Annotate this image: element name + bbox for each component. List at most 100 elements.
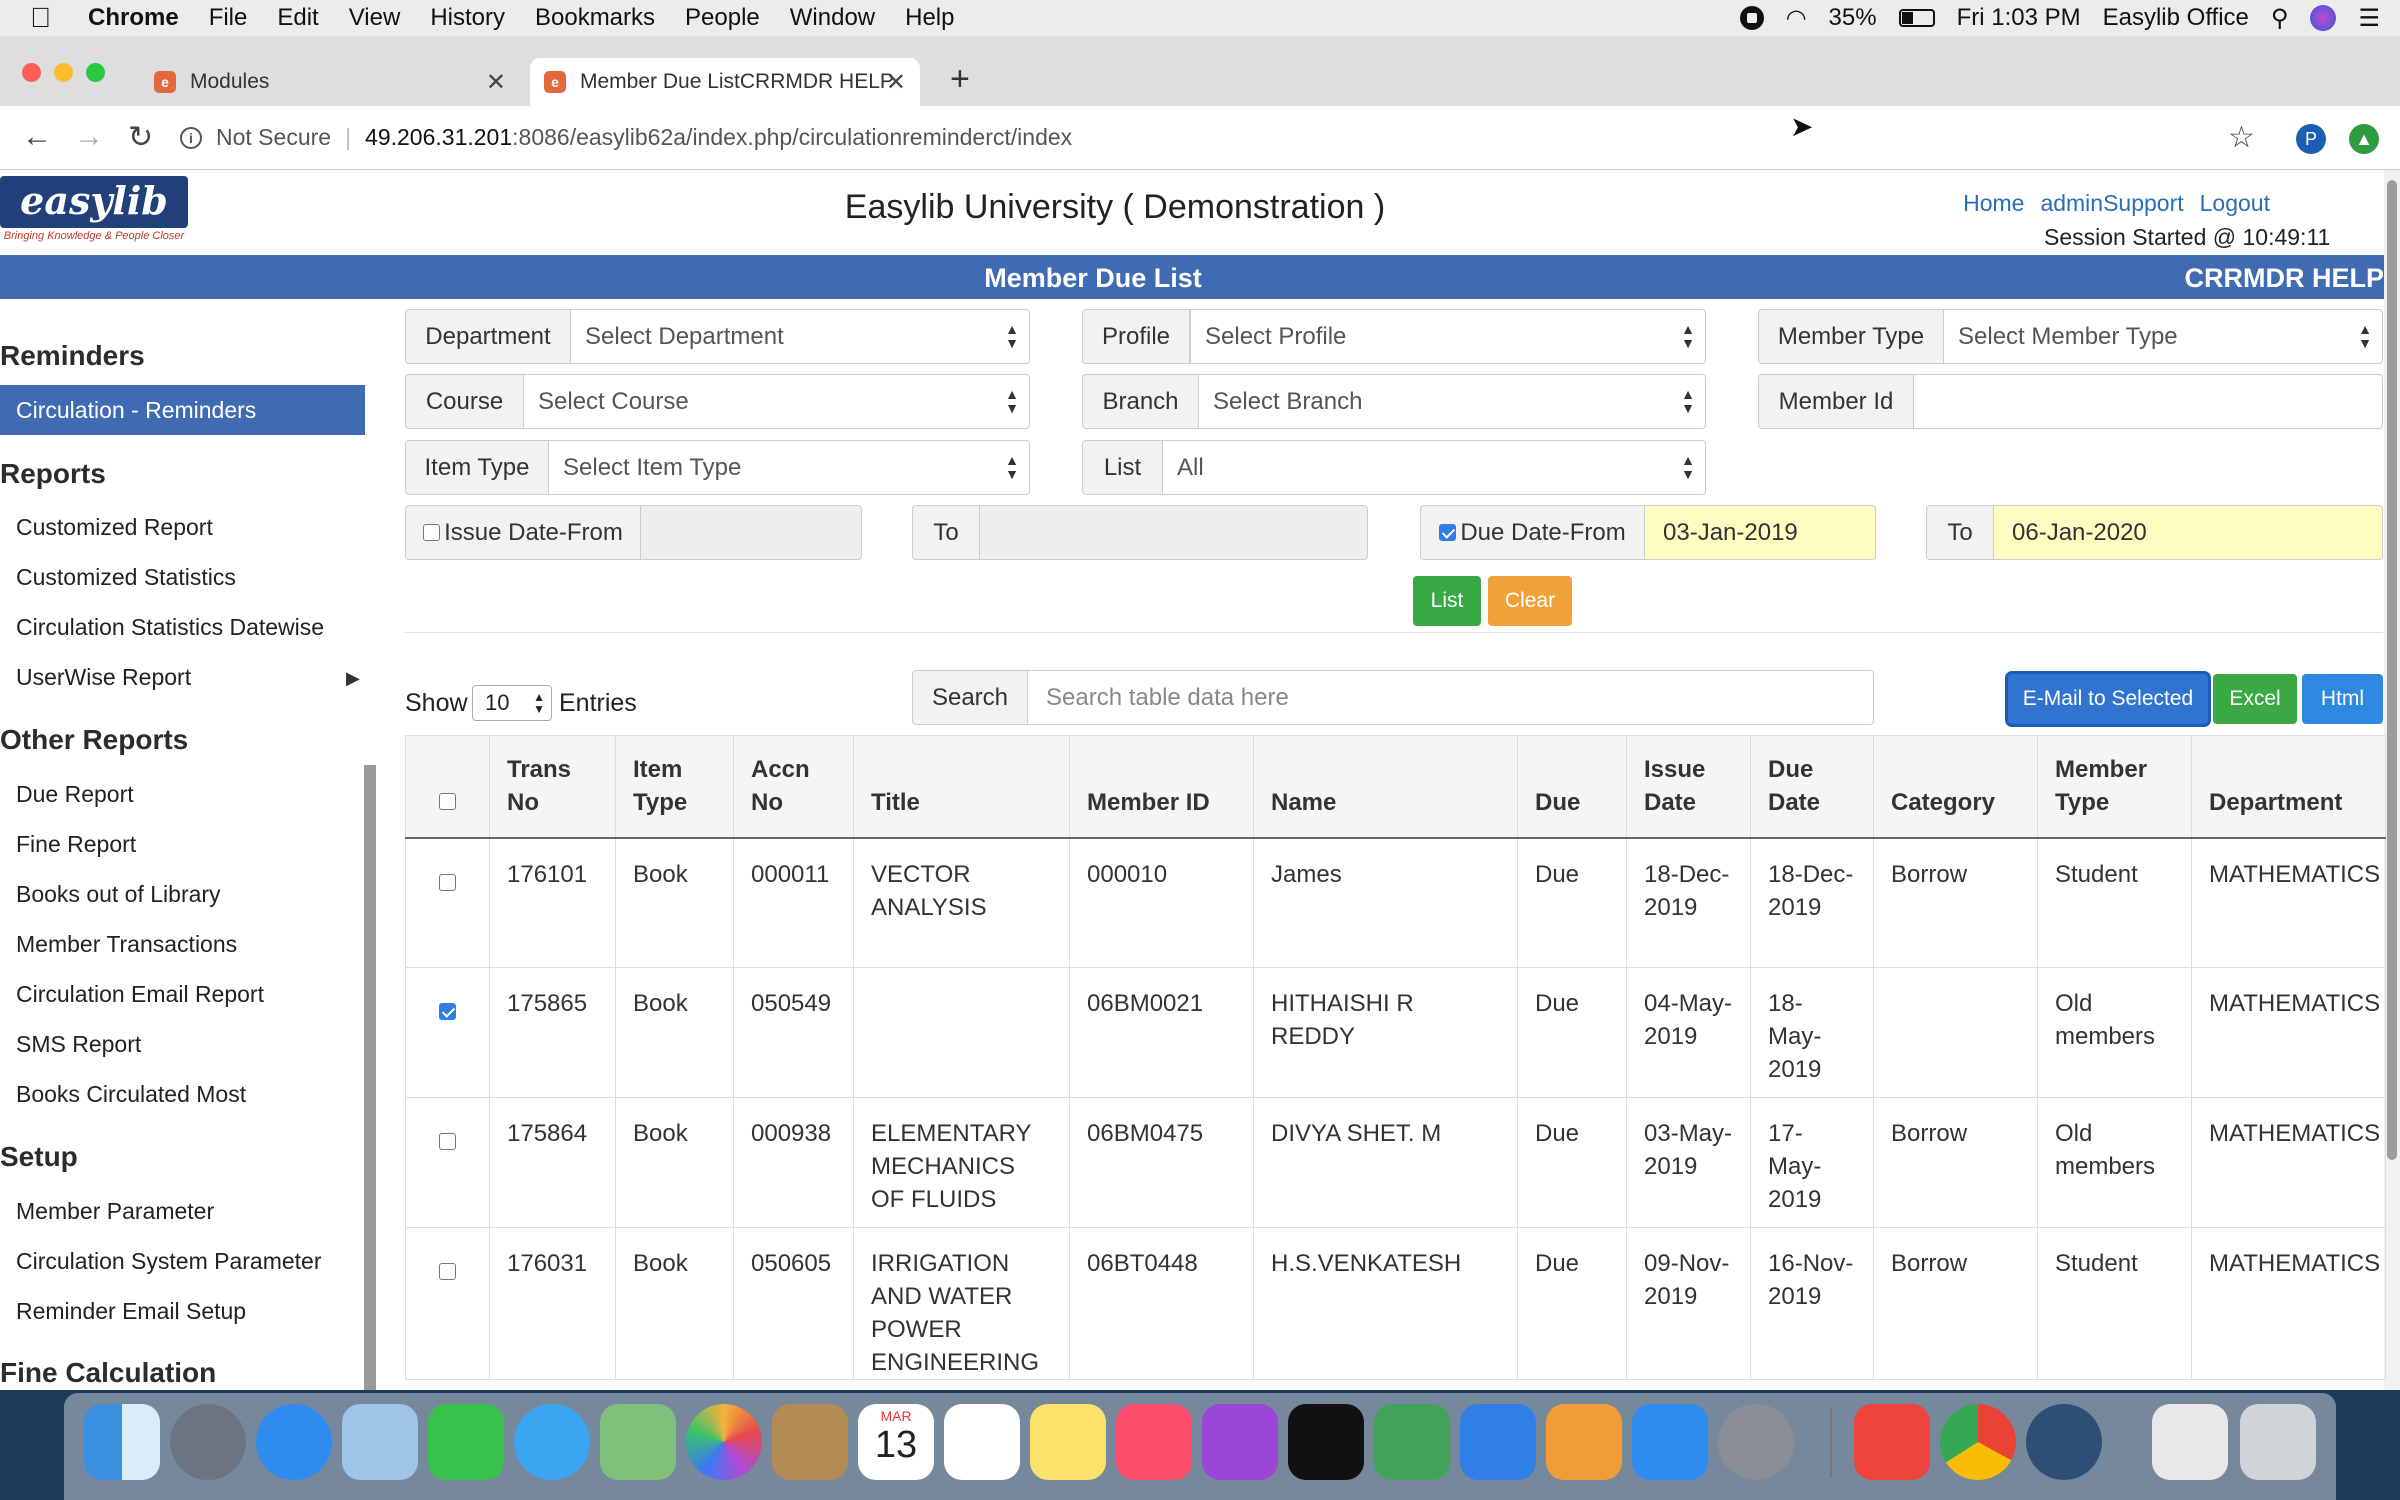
- menu-bookmarks[interactable]: Bookmarks: [535, 4, 655, 32]
- col-header-category[interactable]: Category: [1873, 735, 2038, 838]
- html-button[interactable]: Html: [2302, 674, 2383, 724]
- logout-link[interactable]: Logout: [2200, 190, 2270, 217]
- system-preferences-icon[interactable]: [1718, 1404, 1794, 1480]
- entries-select[interactable]: 10 ▲ ▼: [472, 685, 552, 721]
- menu-app-name[interactable]: Chrome: [88, 4, 179, 32]
- sidebar-item-sms-report[interactable]: SMS Report: [16, 1031, 141, 1058]
- sidebar-item-reminder-email-setup[interactable]: Reminder Email Setup: [16, 1298, 246, 1325]
- col-header-due[interactable]: Due: [1517, 735, 1627, 838]
- due-date-from-input[interactable]: 03-Jan-2019: [1644, 505, 1876, 560]
- tab-close-icon[interactable]: ✕: [486, 68, 506, 97]
- sidebar-item-circulation-email-report[interactable]: Circulation Email Report: [16, 981, 264, 1008]
- anydesk-icon[interactable]: [1854, 1404, 1930, 1480]
- member-type-select[interactable]: Select Member Type ▲ ▼: [1943, 309, 2383, 364]
- keynote-icon[interactable]: [1460, 1404, 1536, 1480]
- course-select[interactable]: Select Course ▲ ▼: [523, 374, 1030, 429]
- due-date-checkbox[interactable]: [1439, 524, 1457, 541]
- menu-edit[interactable]: Edit: [277, 4, 318, 32]
- issue-date-from-input[interactable]: [640, 505, 862, 560]
- notification-center-icon[interactable]: ☰: [2358, 4, 2380, 33]
- tv-icon[interactable]: [1288, 1404, 1364, 1480]
- scrollbar-thumb[interactable]: [2387, 180, 2397, 1160]
- row-checkbox[interactable]: [439, 1133, 456, 1151]
- notes-icon[interactable]: [1030, 1404, 1106, 1480]
- sidebar-item-books-circulated-most[interactable]: Books Circulated Most: [16, 1081, 246, 1108]
- due-to-input[interactable]: 06-Jan-2020: [1993, 505, 2383, 560]
- sidebar-item-due-report[interactable]: Due Report: [16, 781, 134, 808]
- messages-icon[interactable]: [514, 1404, 590, 1480]
- col-header-member-type[interactable]: Member Type: [2037, 735, 2192, 838]
- back-icon[interactable]: ←: [22, 120, 52, 154]
- col-header-trans-no[interactable]: Trans No: [489, 735, 616, 838]
- profile-avatar[interactable]: P: [2296, 124, 2326, 154]
- window-minimize-icon[interactable]: [54, 63, 73, 82]
- launchpad-icon[interactable]: [170, 1404, 246, 1480]
- finder-icon[interactable]: [84, 1404, 160, 1480]
- contacts-icon[interactable]: [772, 1404, 848, 1480]
- sidebar-item-circulation-statistics-datewise[interactable]: Circulation Statistics Datewise: [16, 614, 324, 641]
- siri-icon[interactable]: [2310, 5, 2337, 31]
- sidebar-item-member-transactions[interactable]: Member Transactions: [16, 931, 237, 958]
- col-header-member-id[interactable]: Member ID: [1069, 735, 1254, 838]
- window-close-icon[interactable]: [22, 63, 41, 82]
- numbers-icon[interactable]: [1374, 1404, 1450, 1480]
- mail-icon[interactable]: [342, 1404, 418, 1480]
- col-header-accn-no[interactable]: Accn No: [733, 735, 854, 838]
- apple-icon[interactable]: : [30, 2, 62, 34]
- extension-icon[interactable]: ▲: [2349, 124, 2379, 154]
- quicktime-icon[interactable]: [2026, 1404, 2102, 1480]
- email-to-selected-button[interactable]: E-Mail to Selected: [2008, 674, 2208, 724]
- col-header-item-type[interactable]: Item Type: [615, 735, 734, 838]
- issue-date-checkbox[interactable]: [423, 524, 441, 541]
- forward-icon[interactable]: →: [74, 120, 104, 154]
- wifi-icon[interactable]: ◠: [1786, 4, 1807, 33]
- row-checkbox[interactable]: [439, 1003, 456, 1021]
- sidebar-item-books-out-of-library[interactable]: Books out of Library: [16, 881, 221, 908]
- new-tab-icon[interactable]: +: [950, 60, 970, 99]
- sidebar-item-customized-statistics[interactable]: Customized Statistics: [16, 564, 236, 591]
- excel-button[interactable]: Excel: [2213, 674, 2297, 724]
- tab-modules[interactable]: e Modules ✕: [140, 58, 520, 106]
- spotlight-search-icon[interactable]: ⚲: [2271, 4, 2289, 33]
- search-input[interactable]: Search table data here: [1027, 670, 1874, 725]
- sidebar-item-member-parameter[interactable]: Member Parameter: [16, 1198, 214, 1225]
- url-field[interactable]: i Not Secure | 49.206.31.201:8086/easyli…: [180, 124, 1072, 151]
- menu-help[interactable]: Help: [905, 4, 954, 32]
- row-checkbox[interactable]: [439, 873, 456, 891]
- pages-icon[interactable]: [1546, 1404, 1622, 1480]
- col-header-issue-date[interactable]: Issue Date: [1626, 735, 1751, 838]
- document-icon[interactable]: [2152, 1404, 2228, 1480]
- menu-people[interactable]: People: [685, 4, 760, 32]
- clear-button[interactable]: Clear: [1488, 576, 1572, 626]
- home-link[interactable]: Home: [1963, 190, 2024, 217]
- music-icon[interactable]: [1116, 1404, 1192, 1480]
- clock[interactable]: Fri 1:03 PM: [1957, 4, 2081, 32]
- app-store-icon[interactable]: [1632, 1404, 1708, 1480]
- row-checkbox[interactable]: [439, 1263, 456, 1281]
- sidebar-item-userwise-report[interactable]: UserWise Report: [16, 664, 191, 691]
- menu-window[interactable]: Window: [790, 4, 875, 32]
- screen-record-icon[interactable]: [1739, 6, 1764, 30]
- reload-icon[interactable]: ↻: [128, 120, 153, 155]
- sidebar-item-fine-report[interactable]: Fine Report: [16, 831, 136, 858]
- safari-icon[interactable]: [256, 1404, 332, 1480]
- calendar-icon[interactable]: MAR 13: [858, 1404, 934, 1480]
- menu-file[interactable]: File: [209, 4, 248, 32]
- photos-icon[interactable]: [686, 1404, 762, 1480]
- col-header-name[interactable]: Name: [1253, 735, 1518, 838]
- podcasts-icon[interactable]: [1202, 1404, 1278, 1480]
- facetime-icon[interactable]: [428, 1404, 504, 1480]
- sidebar-item-customized-report[interactable]: Customized Report: [16, 514, 213, 541]
- sidebar-item-circulation-system-parameter[interactable]: Circulation System Parameter: [16, 1248, 322, 1275]
- trash-icon[interactable]: [2240, 1404, 2316, 1480]
- item-type-select[interactable]: Select Item Type ▲ ▼: [548, 440, 1030, 495]
- menu-view[interactable]: View: [349, 4, 401, 32]
- select-all-checkbox[interactable]: [439, 792, 456, 810]
- bookmark-star-icon[interactable]: ☆: [2228, 120, 2255, 155]
- col-header-due-date[interactable]: Due Date: [1750, 735, 1874, 838]
- profile-select[interactable]: Select Profile ▲ ▼: [1190, 309, 1706, 364]
- maps-icon[interactable]: [600, 1404, 676, 1480]
- help-link[interactable]: CRRMDR HELP: [2185, 263, 2385, 294]
- col-header-title[interactable]: Title: [853, 735, 1070, 838]
- list-button[interactable]: List: [1413, 576, 1481, 626]
